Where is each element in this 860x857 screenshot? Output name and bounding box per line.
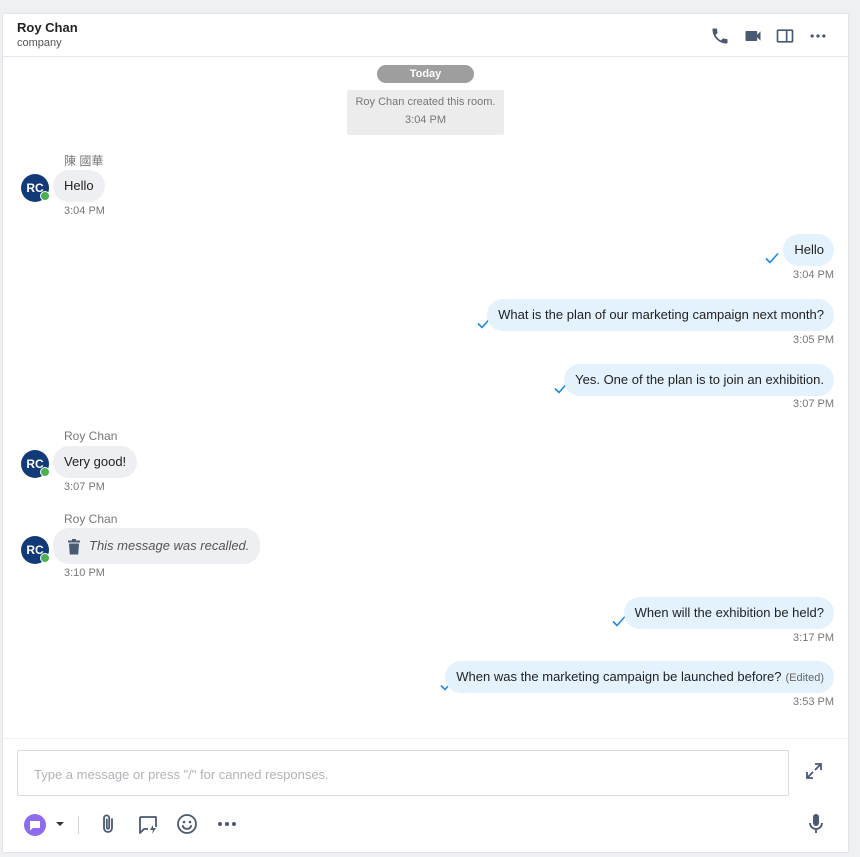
toolbar-separator	[78, 816, 79, 834]
chat-window: Roy Chan company Today Roy Chan created …	[3, 14, 848, 852]
online-status-dot	[40, 191, 50, 201]
attachment-icon[interactable]	[99, 813, 119, 835]
message-input-box[interactable]	[17, 750, 789, 796]
expand-icon[interactable]	[804, 761, 824, 781]
message-time: 3:07 PM	[793, 398, 834, 410]
online-status-dot	[40, 467, 50, 477]
message-time: 3:04 PM	[64, 205, 105, 217]
phone-icon[interactable]	[710, 26, 730, 46]
chat-subtitle: company	[17, 37, 62, 49]
incoming-message-bubble[interactable]: Very good!	[53, 446, 138, 478]
message-time: 3:17 PM	[793, 632, 834, 644]
emoji-icon[interactable]	[176, 813, 198, 835]
chat-title: Roy Chan	[17, 20, 78, 35]
microphone-icon[interactable]	[806, 812, 826, 836]
outgoing-message-bubble[interactable]: What is the plan of our marketing campai…	[487, 299, 834, 331]
video-icon[interactable]	[743, 26, 763, 46]
message-sender: Roy Chan	[64, 429, 118, 443]
chat-header: Roy Chan company	[3, 14, 848, 57]
message-type-icon[interactable]	[23, 813, 47, 837]
recalled-message-text: This message was recalled.	[89, 538, 250, 553]
more-icon[interactable]	[808, 26, 828, 46]
message-input[interactable]	[32, 763, 776, 785]
top-strip	[0, 0, 860, 6]
quick-reply-icon[interactable]	[137, 814, 159, 836]
dropdown-caret-icon[interactable]	[55, 820, 65, 828]
date-divider: Today	[377, 65, 474, 83]
message-time: 3:53 PM	[793, 696, 834, 708]
message-sender: 陳 國華	[64, 154, 104, 168]
system-note: Roy Chan created this room. 3:04 PM	[347, 90, 504, 135]
online-status-dot	[40, 553, 50, 563]
avatar[interactable]: RC	[21, 536, 50, 564]
incoming-message-bubble[interactable]: Hello	[53, 170, 105, 202]
outgoing-message-bubble[interactable]: Yes. One of the plan is to join an exhib…	[564, 364, 834, 396]
more-icon[interactable]	[216, 814, 238, 834]
system-note-text: Roy Chan created this room.	[355, 96, 496, 108]
message-time: 3:10 PM	[64, 567, 105, 579]
composer-divider	[3, 738, 848, 739]
message-text: When was the marketing campaign be launc…	[456, 669, 782, 684]
message-time: 3:05 PM	[793, 334, 834, 346]
recalled-message-bubble[interactable]: This message was recalled.	[53, 528, 261, 564]
avatar[interactable]: RC	[21, 174, 50, 202]
message-time: 3:07 PM	[64, 481, 105, 493]
avatar[interactable]: RC	[21, 450, 50, 478]
outgoing-message-bubble[interactable]: When will the exhibition be held?	[623, 597, 834, 629]
outgoing-message-bubble[interactable]: Hello	[783, 234, 834, 266]
outgoing-message-bubble[interactable]: When was the marketing campaign be launc…	[445, 661, 834, 693]
system-note-time: 3:04 PM	[405, 114, 446, 126]
edited-tag: (Edited)	[785, 672, 824, 684]
trash-icon	[67, 538, 81, 555]
sent-check-icon	[765, 252, 779, 264]
message-time: 3:04 PM	[793, 269, 834, 281]
message-sender: Roy Chan	[64, 512, 118, 526]
side-panel-icon[interactable]	[775, 26, 795, 46]
